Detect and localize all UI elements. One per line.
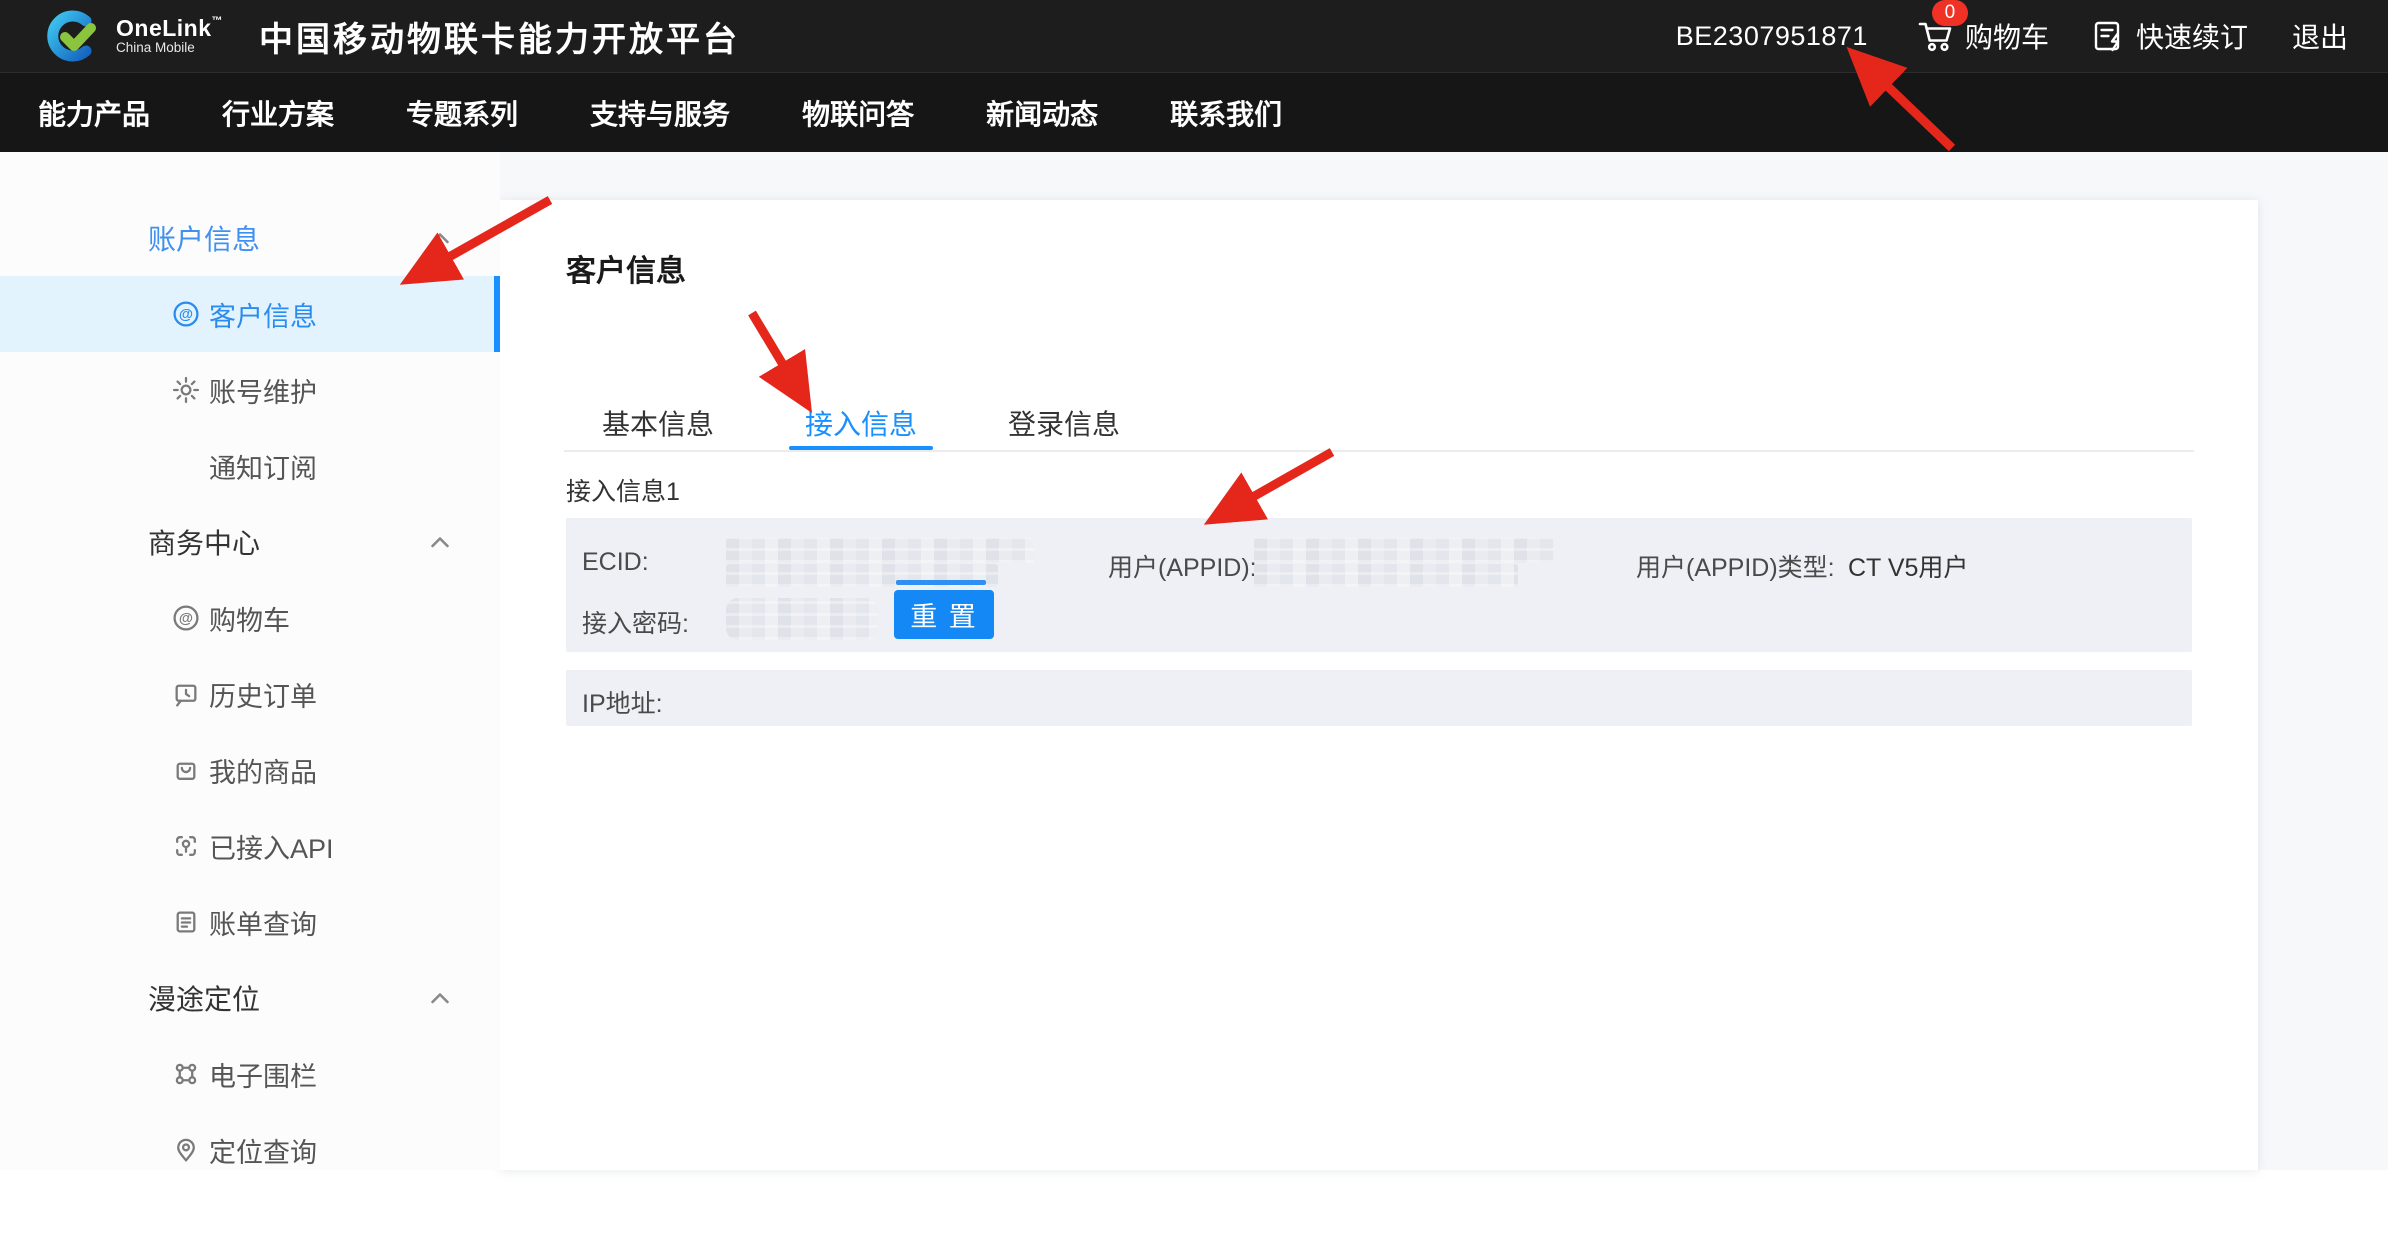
brand-subtitle: China Mobile [116, 41, 223, 55]
content-card: 客户信息 基本信息 接入信息 登录信息 接入信息1 ECID: 用户(APPID):… [500, 200, 2258, 1170]
history-icon [172, 680, 200, 708]
sidebar-item-label: 客户信息 [209, 295, 317, 334]
access-info-panel: ECID: 用户(APPID): 用户(APPID)类型: CT V5用户 接入… [566, 518, 2192, 652]
logout-button[interactable]: 退出 [2292, 16, 2348, 56]
sidebar-item-customer-info[interactable]: @ 客户信息 [0, 276, 500, 352]
sidebar-item-my-products[interactable]: 我的商品 [0, 732, 500, 808]
sidebar-section-label: 漫途定位 [148, 978, 260, 1018]
svg-text:@: @ [179, 611, 193, 627]
sidebar-item-connected-api[interactable]: 已接入API [0, 808, 500, 884]
sidebar-section-mantu-location[interactable]: 漫途定位 [0, 960, 500, 1036]
cart-badge: 0 [1932, 0, 1968, 26]
sidebar-item-label: 我的商品 [209, 751, 317, 790]
chevron-up-icon [428, 229, 452, 247]
bill-icon [172, 908, 200, 936]
key-icon [172, 832, 200, 860]
sidebar-section-label: 账户信息 [148, 218, 260, 258]
bag-icon [172, 756, 200, 784]
workspace: 账户信息 @ 客户信息账号维护通知订阅商务中心 @ 购物车历史订单我的商品已接入API 账… [0, 152, 2388, 1170]
page-title: 客户信息 [566, 246, 686, 290]
gear-icon [172, 376, 200, 404]
at-circle-icon: @ [172, 300, 200, 328]
quick-renew-button[interactable]: 快速续订 [2091, 16, 2248, 56]
access-password-redacted [726, 598, 878, 640]
nav-item-iot-qa[interactable]: 物联问答 [802, 93, 914, 133]
access-password-label: 接入密码: [582, 604, 689, 640]
sidebar-item-label: 通知订阅 [209, 447, 317, 486]
fence-icon [172, 1060, 200, 1088]
appid-value-redacted-line2 [1254, 564, 1518, 587]
tab-divider [564, 450, 2194, 452]
topbar-right: BE2307951871 0 购物车 快速续订 退出 [1676, 16, 2348, 56]
nav-item-topic-series[interactable]: 专题系列 [406, 93, 518, 133]
appid-type-value: CT V5用户 [1848, 548, 1968, 584]
at-circle-icon: @ [172, 604, 200, 632]
sidebar-item-bill-query[interactable]: 账单查询 [0, 884, 500, 960]
nav-item-capability-products[interactable]: 能力产品 [38, 93, 150, 133]
appid-type-label: 用户(APPID)类型: [1636, 548, 1835, 584]
cart-label: 购物车 [1965, 16, 2049, 56]
access-info-section-label: 接入信息1 [566, 472, 680, 508]
footer-strip [0, 1170, 2388, 1236]
redacted-link-underline [896, 580, 986, 585]
ecid-label: ECID: [582, 548, 649, 577]
nav-item-news[interactable]: 新闻动态 [986, 93, 1098, 133]
sidebar-item-label: 定位查询 [209, 1131, 317, 1170]
sidebar-section-label: 商务中心 [148, 522, 260, 562]
sidebar-section-account-info[interactable]: 账户信息 [0, 200, 500, 276]
topbar: OneLink™ China Mobile 中国移动物联卡能力开放平台 BE23… [0, 0, 2388, 72]
sidebar-section-business-center[interactable]: 商务中心 [0, 504, 500, 580]
brand-block: OneLink™ China Mobile [116, 16, 223, 55]
tab-basic-info[interactable]: 基本信息 [592, 396, 724, 450]
cart-button[interactable]: 0 购物车 [1916, 16, 2049, 56]
main-nav: 能力产品 行业方案 专题系列 支持与服务 物联问答 新闻动态 联系我们 [0, 72, 2388, 152]
tab-access-info[interactable]: 接入信息 [795, 396, 927, 450]
svg-text:@: @ [179, 307, 193, 323]
sidebar-item-notification-subscription[interactable]: 通知订阅 [0, 428, 500, 504]
ip-label: IP地址: [582, 684, 663, 720]
ip-panel: IP地址: [566, 670, 2192, 726]
account-id: BE2307951871 [1676, 21, 1868, 52]
brand-name: OneLink [116, 15, 212, 41]
sidebar: 账户信息 @ 客户信息账号维护通知订阅商务中心 @ 购物车历史订单我的商品已接入API 账… [0, 152, 500, 1170]
tab-bar: 基本信息 接入信息 登录信息 [592, 396, 1201, 450]
appid-label: 用户(APPID): [1108, 548, 1257, 584]
quick-renew-icon [2091, 18, 2127, 54]
sidebar-item-history-orders[interactable]: 历史订单 [0, 656, 500, 732]
sidebar-item-shopping-cart[interactable]: @ 购物车 [0, 580, 500, 656]
sidebar-item-location-query[interactable]: 定位查询 [0, 1112, 500, 1170]
brand-tm: ™ [212, 15, 224, 27]
sidebar-item-label: 历史订单 [209, 675, 317, 714]
appid-value-redacted [1254, 538, 1554, 563]
reset-password-button[interactable]: 重 置 [894, 590, 994, 639]
tab-login-info[interactable]: 登录信息 [998, 396, 1130, 450]
chevron-up-icon [428, 533, 452, 551]
sidebar-item-label: 购物车 [209, 599, 290, 638]
chevron-up-icon [428, 989, 452, 1007]
sidebar-item-electronic-fence[interactable]: 电子围栏 [0, 1036, 500, 1112]
sidebar-item-label: 已接入API [209, 827, 334, 866]
sidebar-item-account-maintenance[interactable]: 账号维护 [0, 352, 500, 428]
sidebar-item-label: 账号维护 [209, 371, 317, 410]
onelink-logo-icon [44, 7, 102, 65]
site-title: 中国移动物联卡能力开放平台 [259, 12, 740, 61]
sidebar-item-label: 电子围栏 [209, 1055, 317, 1094]
nav-item-contact-us[interactable]: 联系我们 [1170, 93, 1282, 133]
nav-item-industry-solutions[interactable]: 行业方案 [222, 93, 334, 133]
quick-renew-label: 快速续订 [2136, 16, 2248, 56]
sidebar-item-label: 账单查询 [209, 903, 317, 942]
pin-icon [172, 1136, 200, 1164]
ecid-value-redacted [726, 538, 1034, 563]
nav-item-support-services[interactable]: 支持与服务 [590, 93, 730, 133]
